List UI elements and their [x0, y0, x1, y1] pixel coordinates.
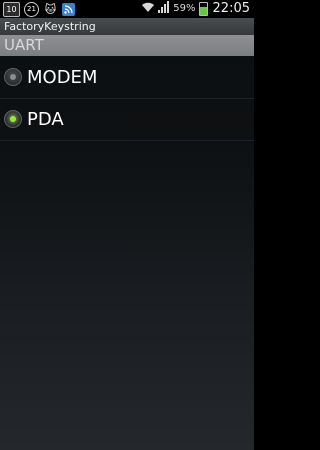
status-bar: 10 21 🐱 59% 22:05: [0, 0, 254, 18]
notification-count-icon: 21: [24, 2, 39, 17]
radio-button-modem[interactable]: [4, 68, 22, 86]
radio-button-pda[interactable]: [4, 110, 22, 128]
wifi-icon: [141, 1, 155, 16]
radio-option-modem[interactable]: MODEM: [0, 55, 254, 99]
battery-level: [199, 7, 207, 15]
radio-option-pda[interactable]: PDA: [0, 97, 254, 141]
app-title: FactoryKeystring: [4, 20, 96, 33]
radio-option-label: PDA: [27, 108, 64, 130]
clock: 22:05: [212, 1, 250, 16]
app-title-bar: FactoryKeystring: [0, 18, 254, 35]
status-bar-notifications: 10 21 🐱: [3, 2, 75, 17]
status-bar-system: 59% 22:05: [141, 1, 250, 16]
radio-option-label: MODEM: [27, 66, 98, 88]
section-header-label: UART: [4, 36, 44, 54]
battery-percent: 59%: [173, 3, 196, 14]
screen: 10 21 🐱 59% 22:05 FactoryKeystring UART …: [0, 0, 254, 450]
divider: [0, 140, 254, 141]
cat-icon: 🐱: [44, 3, 57, 16]
battery-icon: [198, 1, 208, 16]
calendar-icon: 10: [3, 2, 20, 17]
rss-icon: [62, 3, 75, 16]
section-header: UART: [0, 35, 254, 56]
signal-icon: [158, 1, 170, 16]
